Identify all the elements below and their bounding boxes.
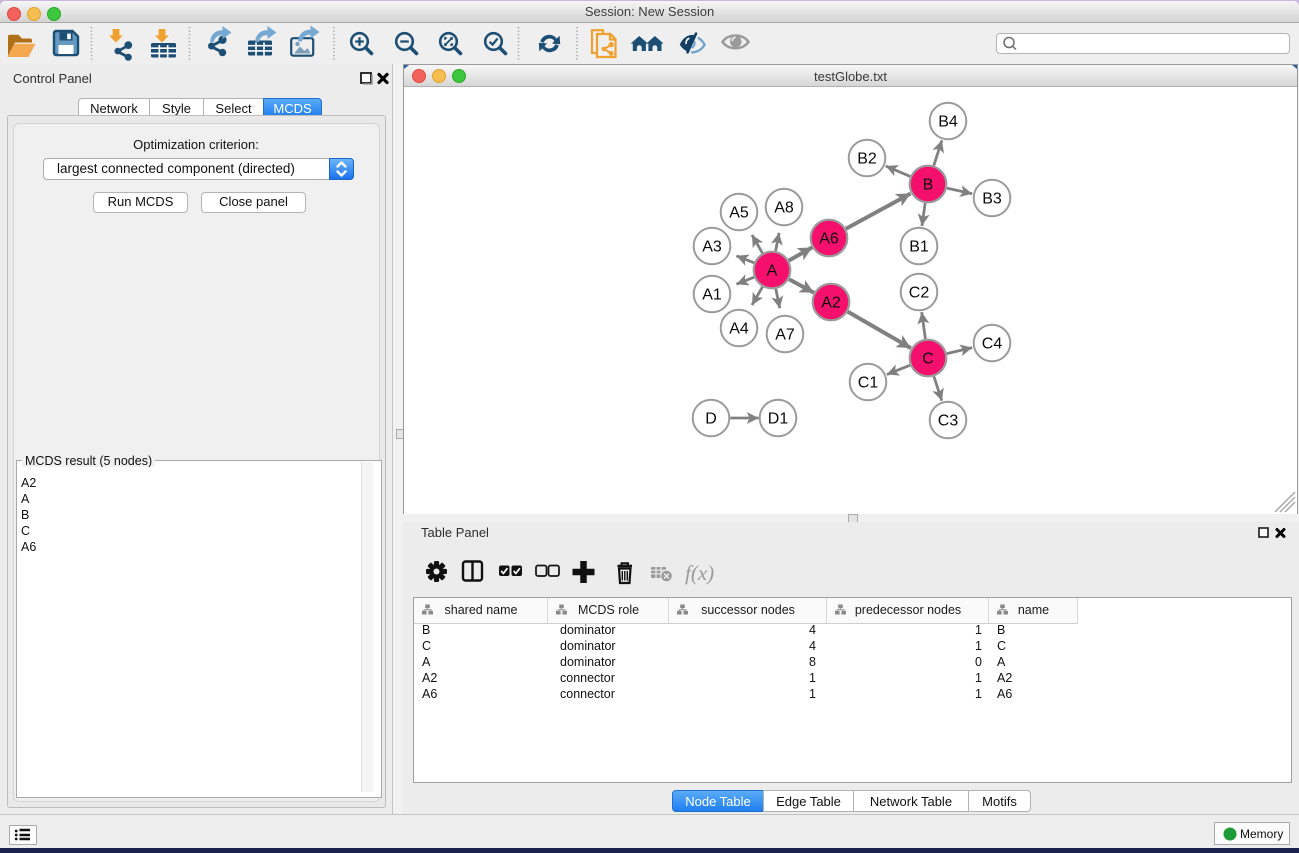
svg-text:A: A — [767, 263, 778, 280]
svg-text:A5: A5 — [729, 205, 749, 222]
svg-text:C3: C3 — [938, 413, 959, 430]
svg-text:B2: B2 — [857, 151, 877, 168]
svg-text:f(x): f(x) — [685, 561, 714, 585]
svg-text:A2: A2 — [821, 295, 841, 312]
svg-text:B4: B4 — [938, 114, 958, 131]
svg-text:B: B — [923, 177, 934, 194]
svg-text:D1: D1 — [768, 411, 789, 428]
svg-text:D: D — [705, 411, 717, 428]
svg-text:B1: B1 — [909, 239, 929, 256]
svg-text:B3: B3 — [982, 191, 1002, 208]
svg-text:A6: A6 — [819, 231, 839, 248]
svg-text:A8: A8 — [774, 200, 794, 217]
svg-text:C4: C4 — [982, 336, 1003, 353]
svg-text:C: C — [922, 351, 934, 368]
svg-text:A4: A4 — [729, 321, 749, 338]
svg-text:A1: A1 — [702, 287, 722, 304]
svg-text:A7: A7 — [775, 327, 795, 344]
svg-text:A3: A3 — [702, 239, 722, 256]
svg-text:C2: C2 — [909, 285, 930, 302]
svg-text:C1: C1 — [858, 375, 879, 392]
